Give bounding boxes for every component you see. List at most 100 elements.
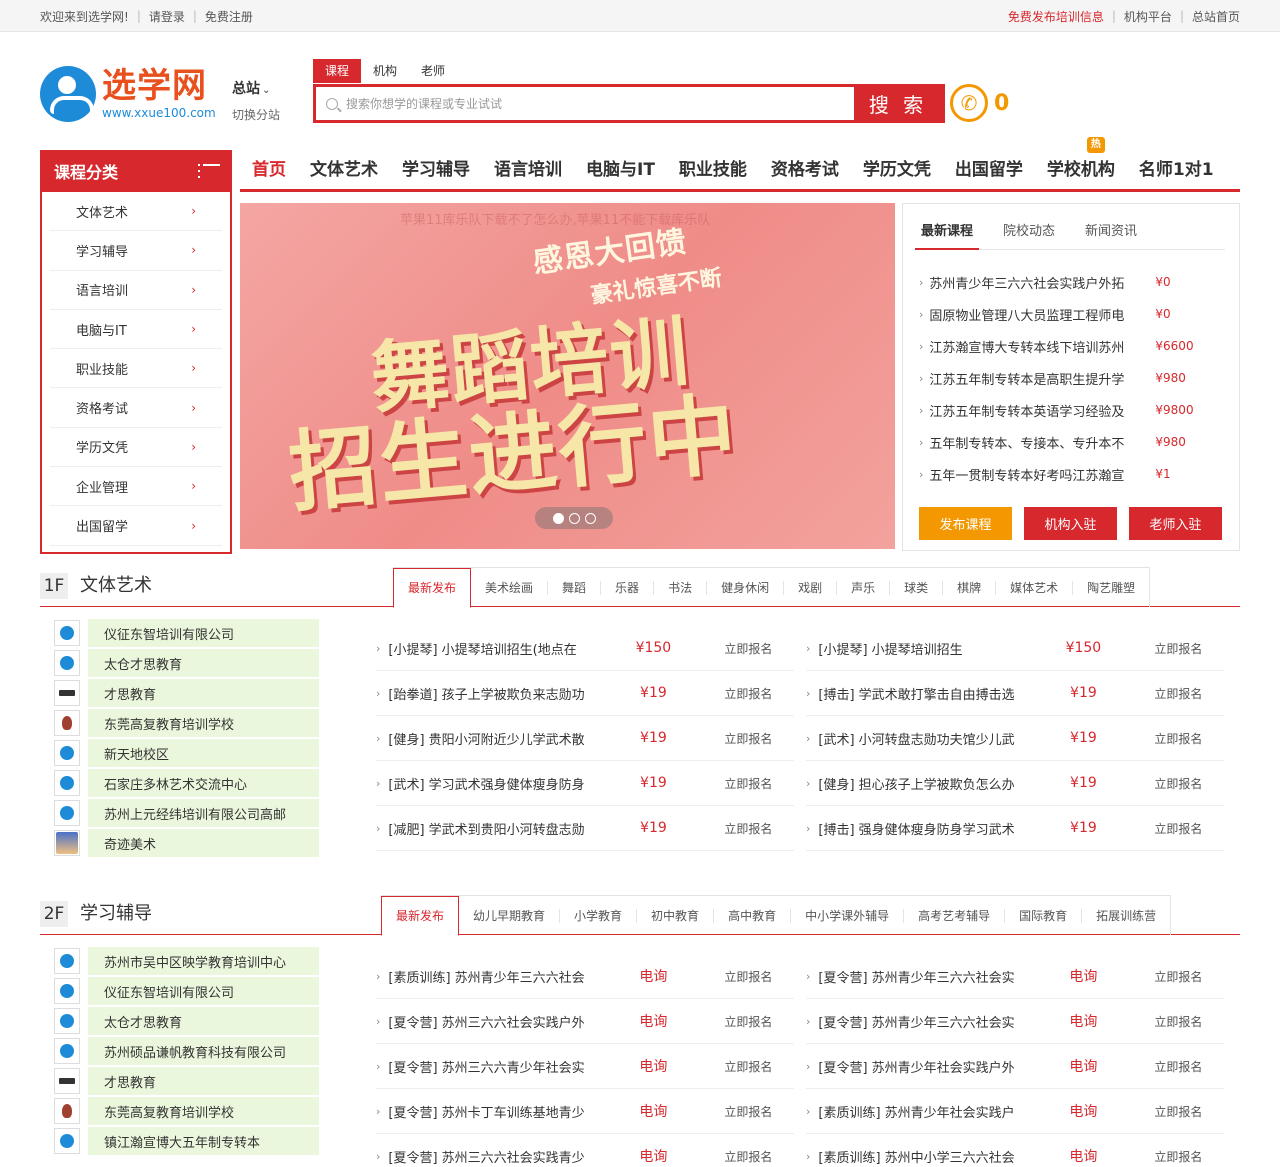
news-item-title[interactable]: 五年制专转本、专接本、专升本不 xyxy=(929,433,1143,452)
news-item-title[interactable]: 江苏五年制专转本是高职生提升学 xyxy=(929,369,1143,388)
carousel-dot[interactable] xyxy=(552,512,564,524)
news-item[interactable]: › 五年制专转本、专接本、专升本不 ¥980 xyxy=(919,426,1219,458)
course-title[interactable]: [武术] 小河转盘志勋功夫馆少儿武 xyxy=(818,729,1034,748)
course-title[interactable]: [夏令营] 苏州三六六青少年社会实 xyxy=(388,1057,604,1076)
search-tab-org[interactable]: 机构 xyxy=(361,59,409,83)
floor-tab[interactable]: 球类 xyxy=(890,580,944,595)
org-name[interactable]: 奇迹美术 xyxy=(88,829,319,857)
org-name[interactable]: 镇江瀚宣博大五年制专转本 xyxy=(88,1127,319,1155)
nav-item[interactable]: 语言培训 xyxy=(482,149,574,191)
org-item[interactable]: 石家庄多林艺术交流中心 xyxy=(54,768,319,798)
teacher-join-button[interactable]: 老师入驻 xyxy=(1129,507,1222,540)
sign-up-link[interactable]: 立即报名 xyxy=(1154,685,1202,702)
sign-up-link[interactable]: 立即报名 xyxy=(724,1148,772,1165)
org-item[interactable]: 才思教育 xyxy=(54,1066,319,1096)
org-item[interactable]: 太仓才思教育 xyxy=(54,648,319,678)
org-item[interactable]: 奇迹美术 xyxy=(54,828,319,858)
tab-news-info[interactable]: 新闻资讯 xyxy=(1079,222,1143,249)
course-title[interactable]: [素质训练] 苏州青少年社会实践户 xyxy=(818,1102,1034,1121)
nav-item[interactable]: 职业技能 xyxy=(667,149,759,191)
news-item[interactable]: › 苏州青少年三六六社会实践户外拓 ¥0 xyxy=(919,266,1219,298)
floor-tab[interactable]: 高中教育 xyxy=(714,908,792,923)
course-title[interactable]: [减肥] 学武术到贵阳小河转盘志勋 xyxy=(388,819,604,838)
course-title[interactable]: [夏令营] 苏州青少年三六六社会实 xyxy=(818,1012,1034,1031)
org-item[interactable]: 苏州上元经纬培训有限公司高邮 xyxy=(54,798,319,828)
category-item[interactable]: 出国留学 › xyxy=(50,506,222,546)
category-item[interactable]: 职业技能 › xyxy=(50,349,222,389)
floor-tab[interactable]: 健身休闲 xyxy=(707,580,785,595)
org-name[interactable]: 东莞高复教育培训学校 xyxy=(88,709,319,737)
publish-training-link[interactable]: 免费发布培训信息 xyxy=(1008,8,1104,25)
org-name[interactable]: 太仓才思教育 xyxy=(88,649,319,677)
carousel-dot[interactable] xyxy=(568,512,580,524)
floor-tab[interactable]: 最新发布 xyxy=(393,568,472,608)
org-join-button[interactable]: 机构入驻 xyxy=(1024,507,1117,540)
news-item-title[interactable]: 江苏五年制专转本英语学习经验及 xyxy=(929,401,1143,420)
switch-station-label[interactable]: 切换分站 xyxy=(232,106,280,123)
org-item[interactable]: 镇江瀚宣博大五年制专转本 xyxy=(54,1126,319,1156)
news-item[interactable]: › 江苏五年制专转本英语学习经验及 ¥9800 xyxy=(919,394,1219,426)
org-item[interactable]: 才思教育 xyxy=(54,678,319,708)
nav-item[interactable]: 出国留学 xyxy=(943,149,1035,191)
sign-up-link[interactable]: 立即报名 xyxy=(724,640,772,657)
nav-item[interactable]: 名师1对1 xyxy=(1127,149,1226,191)
course-title[interactable]: [跆拳道] 孩子上学被欺负来志勋功 xyxy=(388,684,604,703)
site-logo[interactable]: 选学网 www.xxue100.com xyxy=(40,62,220,124)
floor-tab[interactable]: 小学教育 xyxy=(560,908,638,923)
floor-tab[interactable]: 拓展训练营 xyxy=(1082,909,1170,923)
register-link[interactable]: 免费注册 xyxy=(205,8,253,25)
sign-up-link[interactable]: 立即报名 xyxy=(1154,640,1202,657)
category-item[interactable]: 文体艺术 › xyxy=(50,192,222,232)
course-title[interactable]: [夏令营] 苏州卡丁车训练基地青少 xyxy=(388,1102,604,1121)
news-item-title[interactable]: 江苏瀚宣博大专转本线下培训苏州 xyxy=(929,337,1143,356)
org-name[interactable]: 太仓才思教育 xyxy=(88,1007,319,1035)
news-item-title[interactable]: 固原物业管理八大员监理工程师电 xyxy=(929,305,1143,324)
search-input[interactable]: 搜索你想学的课程或专业试试 xyxy=(316,87,854,120)
floor-tab[interactable]: 戏剧 xyxy=(784,580,838,595)
course-title[interactable]: [健身] 担心孩子上学被欺负怎么办 xyxy=(818,774,1034,793)
sign-up-link[interactable]: 立即报名 xyxy=(724,730,772,747)
floor-tab[interactable]: 棋牌 xyxy=(943,580,997,595)
sign-up-link[interactable]: 立即报名 xyxy=(1154,730,1202,747)
news-item[interactable]: › 五年一贯制专转本好考吗江苏瀚宣 ¥1 xyxy=(919,458,1219,490)
station-switcher[interactable]: 总站 ⌄ 切换分站 xyxy=(232,78,280,123)
org-item[interactable]: 太仓才思教育 xyxy=(54,1006,319,1036)
course-title[interactable]: [夏令营] 苏州青少年社会实践户外 xyxy=(818,1057,1034,1076)
floor-tab[interactable]: 幼儿早期教育 xyxy=(459,908,561,923)
search-tab-course[interactable]: 课程 xyxy=(313,59,362,83)
org-name[interactable]: 苏州硕品谦帆教育科技有限公司 xyxy=(88,1037,319,1065)
search-tab-teacher[interactable]: 老师 xyxy=(409,59,457,83)
org-item[interactable]: 苏州市吴中区映学教育培训中心 xyxy=(54,946,319,976)
course-title[interactable]: [武术] 学习武术强身健体瘦身防身 xyxy=(388,774,604,793)
floor-tab[interactable]: 中小学课外辅导 xyxy=(791,908,905,923)
nav-item[interactable]: 电脑与IT xyxy=(574,149,667,191)
category-item[interactable]: 语言培训 › xyxy=(50,271,222,310)
category-item[interactable]: 资格考试 › xyxy=(50,388,222,428)
promo-banner[interactable]: 苹果11库乐队下载不了怎么办,苹果11不能下载库乐队 感恩大回馈 豪礼惊喜不断 … xyxy=(240,203,895,549)
org-item[interactable]: 新天地校区 xyxy=(54,738,319,768)
org-item[interactable]: 仪征东智培训有限公司 xyxy=(54,618,319,648)
search-button[interactable]: 搜 索 xyxy=(854,87,942,120)
course-title[interactable]: [小提琴] 小提琴培训招生(地点在 xyxy=(388,639,604,658)
org-name[interactable]: 仪征东智培训有限公司 xyxy=(88,977,319,1005)
login-link[interactable]: 请登录 xyxy=(149,8,185,25)
floor-tab[interactable]: 最新发布 xyxy=(381,896,460,936)
course-title[interactable]: [素质训练] 苏州青少年三六六社会 xyxy=(388,967,604,986)
sign-up-link[interactable]: 立即报名 xyxy=(1154,1058,1202,1075)
sign-up-link[interactable]: 立即报名 xyxy=(724,1013,772,1030)
sign-up-link[interactable]: 立即报名 xyxy=(724,1058,772,1075)
floor-tab[interactable]: 声乐 xyxy=(837,580,891,595)
org-item[interactable]: 仪征东智培训有限公司 xyxy=(54,976,319,1006)
sign-up-link[interactable]: 立即报名 xyxy=(1154,1103,1202,1120)
org-name[interactable]: 石家庄多林艺术交流中心 xyxy=(88,769,319,797)
category-item[interactable]: 电脑与IT › xyxy=(50,310,222,350)
sign-up-link[interactable]: 立即报名 xyxy=(1154,775,1202,792)
org-name[interactable]: 新天地校区 xyxy=(88,739,319,767)
nav-item[interactable]: 学历文凭 xyxy=(851,149,943,191)
course-title[interactable]: [搏击] 学武术敢打擎击自由搏击选 xyxy=(818,684,1034,703)
floor-tab[interactable]: 舞蹈 xyxy=(548,580,602,595)
floor-tab[interactable]: 媒体艺术 xyxy=(996,580,1074,595)
org-name[interactable]: 苏州市吴中区映学教育培训中心 xyxy=(88,947,319,975)
news-item[interactable]: › 江苏瀚宣博大专转本线下培训苏州 ¥6600 xyxy=(919,330,1219,362)
floor-tab[interactable]: 乐器 xyxy=(601,580,655,595)
